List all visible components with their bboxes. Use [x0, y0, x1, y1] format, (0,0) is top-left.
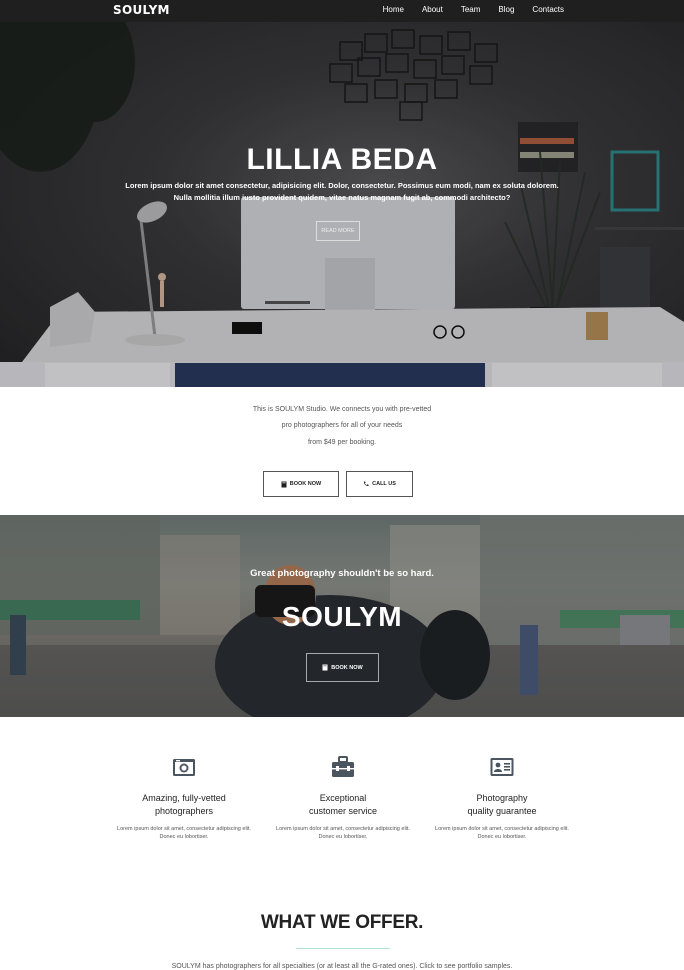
hero-description-line-1: Lorem ipsum dolor sit amet consectetur, … — [125, 181, 559, 190]
feature-customer-service: Exceptional customer service Lorem ipsum … — [263, 750, 423, 841]
brand-logo[interactable]: SOULYM — [113, 3, 170, 17]
top-navbar: SOULYM Home About Team Blog Contacts — [0, 0, 684, 22]
nav-blog-link[interactable]: Blog — [498, 5, 514, 14]
feature-text: Lorem ipsum dolor sit amet, consectetur … — [104, 825, 264, 841]
nav-team-link[interactable]: Team — [461, 5, 481, 14]
book-icon — [322, 664, 328, 671]
banner-book-now-button[interactable]: BOOK NOW — [306, 653, 379, 682]
nav-home-link[interactable]: Home — [383, 5, 404, 14]
book-now-label: BOOK NOW — [289, 481, 322, 487]
offer-divider — [296, 948, 390, 949]
feature-text-line-1: Lorem ipsum dolor sit amet, consectetur … — [117, 826, 251, 832]
main-menu: Home About Team Blog Contacts — [365, 5, 564, 14]
feature-title: Amazing, fully-vetted photographers — [104, 792, 264, 818]
feature-photographers: Amazing, fully-vetted photographers Lorem… — [104, 750, 264, 841]
read-more-button[interactable]: READ MORE — [316, 221, 360, 241]
hero-description-line-2: Nulla mollitia illum iusto provident qui… — [173, 193, 511, 202]
banner-subtitle: Great photography shouldn't be so hard. — [250, 568, 434, 579]
feature-text-line-1: Lorem ipsum dolor sit amet, consectetur … — [276, 826, 410, 832]
hero-background-image — [0, 22, 684, 387]
book-icon — [281, 481, 287, 487]
feature-title-line-1: Photography — [476, 793, 528, 803]
intro-line-3: from $49 per booking. — [307, 439, 377, 446]
hero-description: Lorem ipsum dolor sit amet consectetur, … — [0, 180, 684, 204]
intro-section: This is SOULYM Studio. We connects you w… — [0, 387, 684, 515]
call-us-label: CALL US — [372, 481, 396, 487]
feature-text: Lorem ipsum dolor sit amet, consectetur … — [263, 825, 423, 841]
intro-line-2: pro photographers for all of your needs — [281, 422, 403, 429]
camera-icon — [173, 759, 195, 776]
hero-title: LILLIA BEDA — [246, 143, 438, 176]
toolbox-icon — [332, 756, 354, 777]
banner-title: SOULYM — [281, 601, 403, 632]
id-card-icon — [490, 758, 514, 776]
banner-section: Great photography shouldn't be so hard. … — [0, 515, 684, 717]
feature-quality-guarantee: Photography quality guarantee Lorem ipsum… — [422, 750, 582, 841]
hero-section: LILLIA BEDA Lorem ipsum dolor sit amet c… — [0, 22, 684, 387]
nav-contacts-link[interactable]: Contacts — [532, 5, 564, 14]
phone-icon — [364, 481, 369, 487]
feature-title-line-1: Exceptional — [319, 793, 367, 803]
feature-title: Photography quality guarantee — [422, 792, 582, 818]
feature-title-line-2: customer service — [308, 806, 378, 816]
feature-title-line-1: Amazing, fully-vetted — [142, 793, 226, 803]
nav-about-link[interactable]: About — [422, 5, 443, 14]
banner-book-now-label: BOOK NOW — [331, 664, 363, 671]
feature-title: Exceptional customer service — [263, 792, 423, 818]
feature-text-line-1: Lorem ipsum dolor sit amet, consectetur … — [435, 826, 569, 832]
feature-text: Lorem ipsum dolor sit amet, consectetur … — [422, 825, 582, 841]
feature-text-line-2: Donec eu lobortiser. — [159, 834, 209, 840]
feature-title-line-2: photographers — [154, 806, 214, 816]
offer-title: WHAT WE OFFER. — [260, 912, 424, 933]
feature-text-line-2: Donec eu lobortiser. — [477, 834, 527, 840]
call-us-button[interactable]: CALL US — [346, 471, 413, 497]
feature-title-line-2: quality guarantee — [467, 806, 537, 816]
book-now-button[interactable]: BOOK NOW — [263, 471, 339, 497]
intro-line-1: This is SOULYM Studio. We connects you w… — [252, 406, 432, 413]
feature-text-line-2: Donec eu lobortiser. — [318, 834, 368, 840]
